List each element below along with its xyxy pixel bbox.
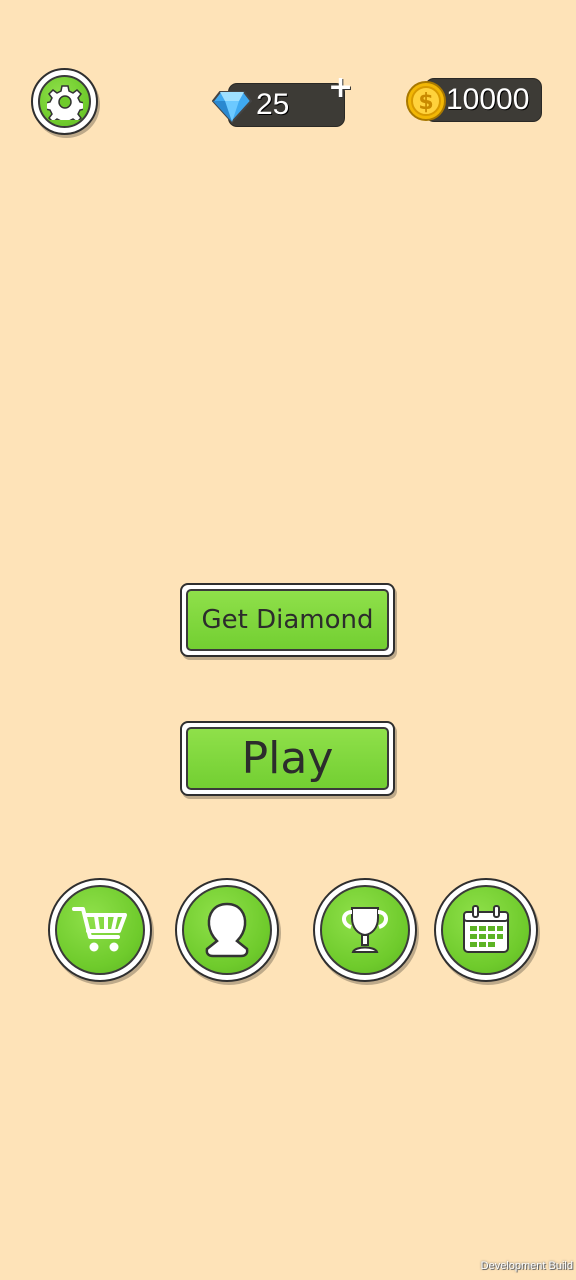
shop-button-face: [55, 885, 145, 975]
play-button[interactable]: Play: [180, 721, 395, 796]
add-diamonds-button[interactable]: +: [328, 73, 353, 103]
shopping-cart-icon: [72, 907, 127, 952]
settings-button-face: [38, 75, 91, 128]
gear-icon: [46, 84, 83, 120]
settings-button[interactable]: [31, 68, 98, 135]
get-diamond-label: Get Diamond: [186, 589, 389, 651]
development-build-label: Development Build: [480, 1260, 573, 1272]
shop-button[interactable]: [48, 878, 152, 982]
coin-icon: $: [406, 81, 446, 121]
profile-button[interactable]: [175, 878, 279, 982]
profile-icon: [205, 902, 249, 958]
profile-button-face: [182, 885, 272, 975]
calendar-button-face: [441, 885, 531, 975]
svg-text:$: $: [418, 90, 433, 115]
diamond-icon: [212, 91, 252, 124]
calendar-icon: [463, 905, 509, 953]
get-diamond-button[interactable]: Get Diamond: [180, 583, 395, 657]
calendar-button[interactable]: [434, 878, 538, 982]
coin-count: 10000: [446, 83, 530, 116]
leaderboard-button[interactable]: [313, 878, 417, 982]
play-label: Play: [186, 727, 389, 790]
trophy-icon: [342, 907, 388, 953]
leaderboard-button-face: [320, 885, 410, 975]
diamond-count: 25: [256, 88, 290, 121]
